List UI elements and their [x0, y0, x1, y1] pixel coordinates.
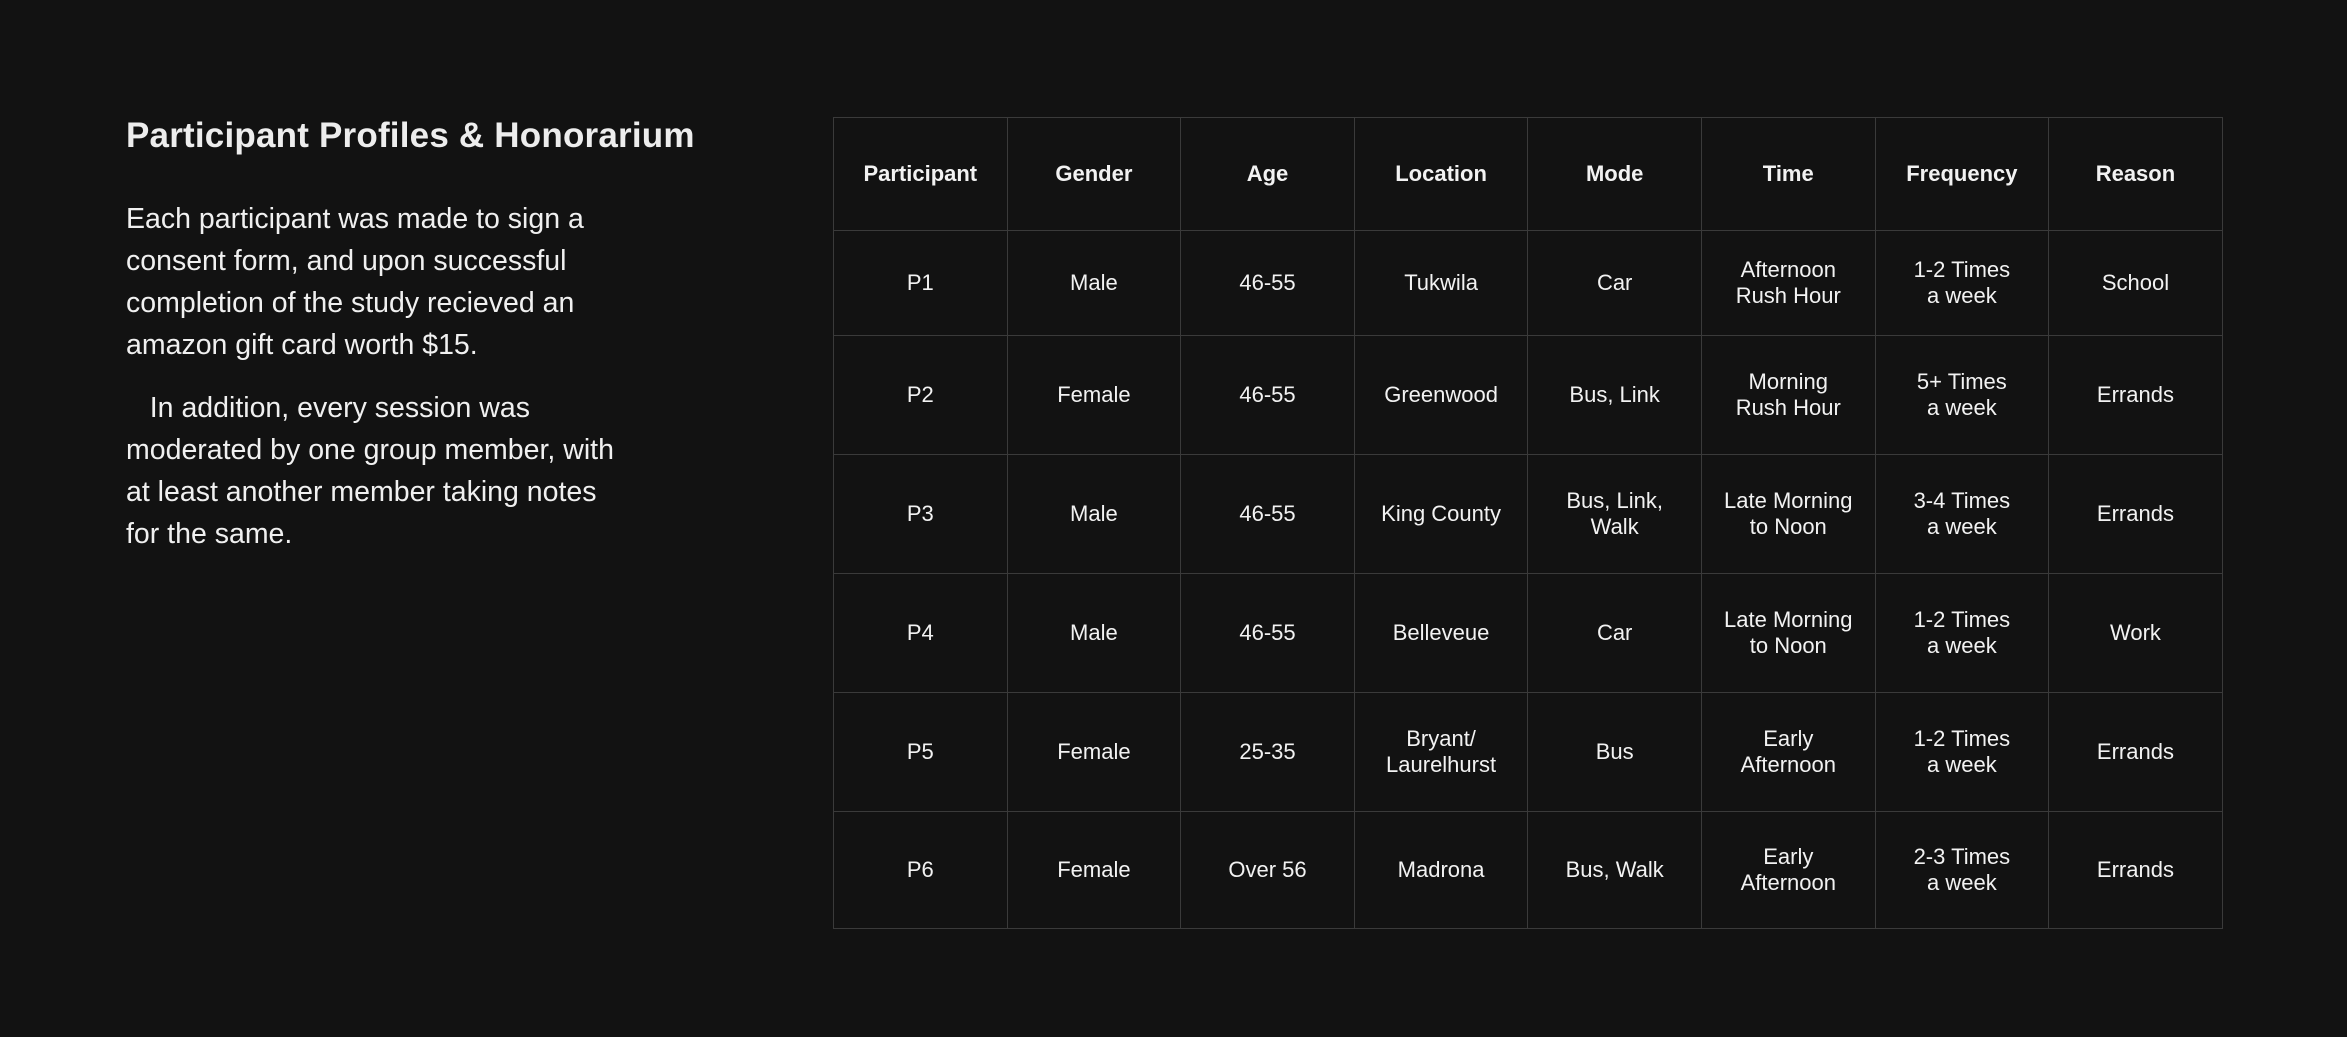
cell-participant: P6: [833, 811, 1008, 929]
cell-participant: P2: [833, 335, 1008, 455]
cell-participant: P4: [833, 573, 1008, 693]
table-row: P4 Male 46-55 Belleveue Car Late Morning…: [833, 573, 2223, 693]
cell-mode: Car: [1527, 573, 1702, 693]
cell-mode: Car: [1527, 230, 1702, 336]
cell-frequency: 2-3 Times a week: [1874, 811, 2050, 929]
cell-mode: Bus, Link: [1527, 335, 1702, 455]
cell-gender: Female: [1006, 335, 1182, 455]
cell-time: Early Afternoon: [1700, 811, 1876, 929]
cell-frequency: 1-2 Times a week: [1874, 573, 2050, 693]
cell-mode: Bus: [1527, 692, 1702, 812]
cell-location: King County: [1353, 454, 1529, 574]
header-reason: Reason: [2048, 117, 2223, 231]
cell-location: Tukwila: [1353, 230, 1529, 336]
header-location: Location: [1353, 117, 1529, 231]
cell-age: 46-55: [1180, 573, 1355, 693]
cell-mode: Bus, Link, Walk: [1527, 454, 1702, 574]
table-row: P1 Male 46-55 Tukwila Car Afternoon Rush…: [833, 230, 2223, 336]
cell-mode: Bus, Walk: [1527, 811, 1702, 929]
page-title: Participant Profiles & Honorarium: [126, 116, 695, 155]
cell-gender: Male: [1006, 454, 1182, 574]
cell-reason: Errands: [2048, 692, 2223, 812]
cell-gender: Female: [1006, 692, 1182, 812]
cell-location: Belleveue: [1353, 573, 1529, 693]
cell-frequency: 1-2 Times a week: [1874, 692, 2050, 812]
consent-paragraph: Each participant was made to sign a cons…: [126, 203, 592, 361]
cell-frequency: 5+ Times a week: [1874, 335, 2050, 455]
cell-location: Madrona: [1353, 811, 1529, 929]
header-time: Time: [1700, 117, 1876, 231]
cell-time: Late Morning to Noon: [1700, 454, 1876, 574]
cell-gender: Female: [1006, 811, 1182, 929]
cell-gender: Male: [1006, 573, 1182, 693]
cell-reason: Errands: [2048, 454, 2223, 574]
cell-time: Morning Rush Hour: [1700, 335, 1876, 455]
table-row: P2 Female 46-55 Greenwood Bus, Link Morn…: [833, 335, 2223, 455]
participant-table: Participant Gender Age Location Mode Tim…: [833, 117, 2223, 929]
cell-time: Late Morning to Noon: [1700, 573, 1876, 693]
cell-age: 46-55: [1180, 335, 1355, 455]
cell-participant: P1: [833, 230, 1008, 336]
cell-reason: Errands: [2048, 335, 2223, 455]
cell-reason: Errands: [2048, 811, 2223, 929]
cell-age: 46-55: [1180, 230, 1355, 336]
cell-age: Over 56: [1180, 811, 1355, 929]
table-header-row: Participant Gender Age Location Mode Tim…: [833, 117, 2223, 231]
table-row: P6 Female Over 56 Madrona Bus, Walk Earl…: [833, 811, 2223, 929]
cell-reason: School: [2048, 230, 2223, 336]
table-row: P3 Male 46-55 King County Bus, Link, Wal…: [833, 454, 2223, 574]
cell-age: 46-55: [1180, 454, 1355, 574]
cell-participant: P5: [833, 692, 1008, 812]
cell-reason: Work: [2048, 573, 2223, 693]
cell-location: Greenwood: [1353, 335, 1529, 455]
table-row: P5 Female 25-35 Bryant/ Laurelhurst Bus …: [833, 692, 2223, 812]
header-participant: Participant: [833, 117, 1008, 231]
cell-time: Early Afternoon: [1700, 692, 1876, 812]
cell-participant: P3: [833, 454, 1008, 574]
moderation-paragraph: In addition, every session was moderated…: [126, 392, 622, 550]
header-gender: Gender: [1006, 117, 1182, 231]
cell-frequency: 1-2 Times a week: [1874, 230, 2050, 336]
cell-frequency: 3-4 Times a week: [1874, 454, 2050, 574]
header-frequency: Frequency: [1874, 117, 2050, 231]
header-mode: Mode: [1527, 117, 1702, 231]
cell-location: Bryant/ Laurelhurst: [1353, 692, 1529, 812]
header-age: Age: [1180, 117, 1355, 231]
cell-age: 25-35: [1180, 692, 1355, 812]
cell-gender: Male: [1006, 230, 1182, 336]
cell-time: Afternoon Rush Hour: [1700, 230, 1876, 336]
